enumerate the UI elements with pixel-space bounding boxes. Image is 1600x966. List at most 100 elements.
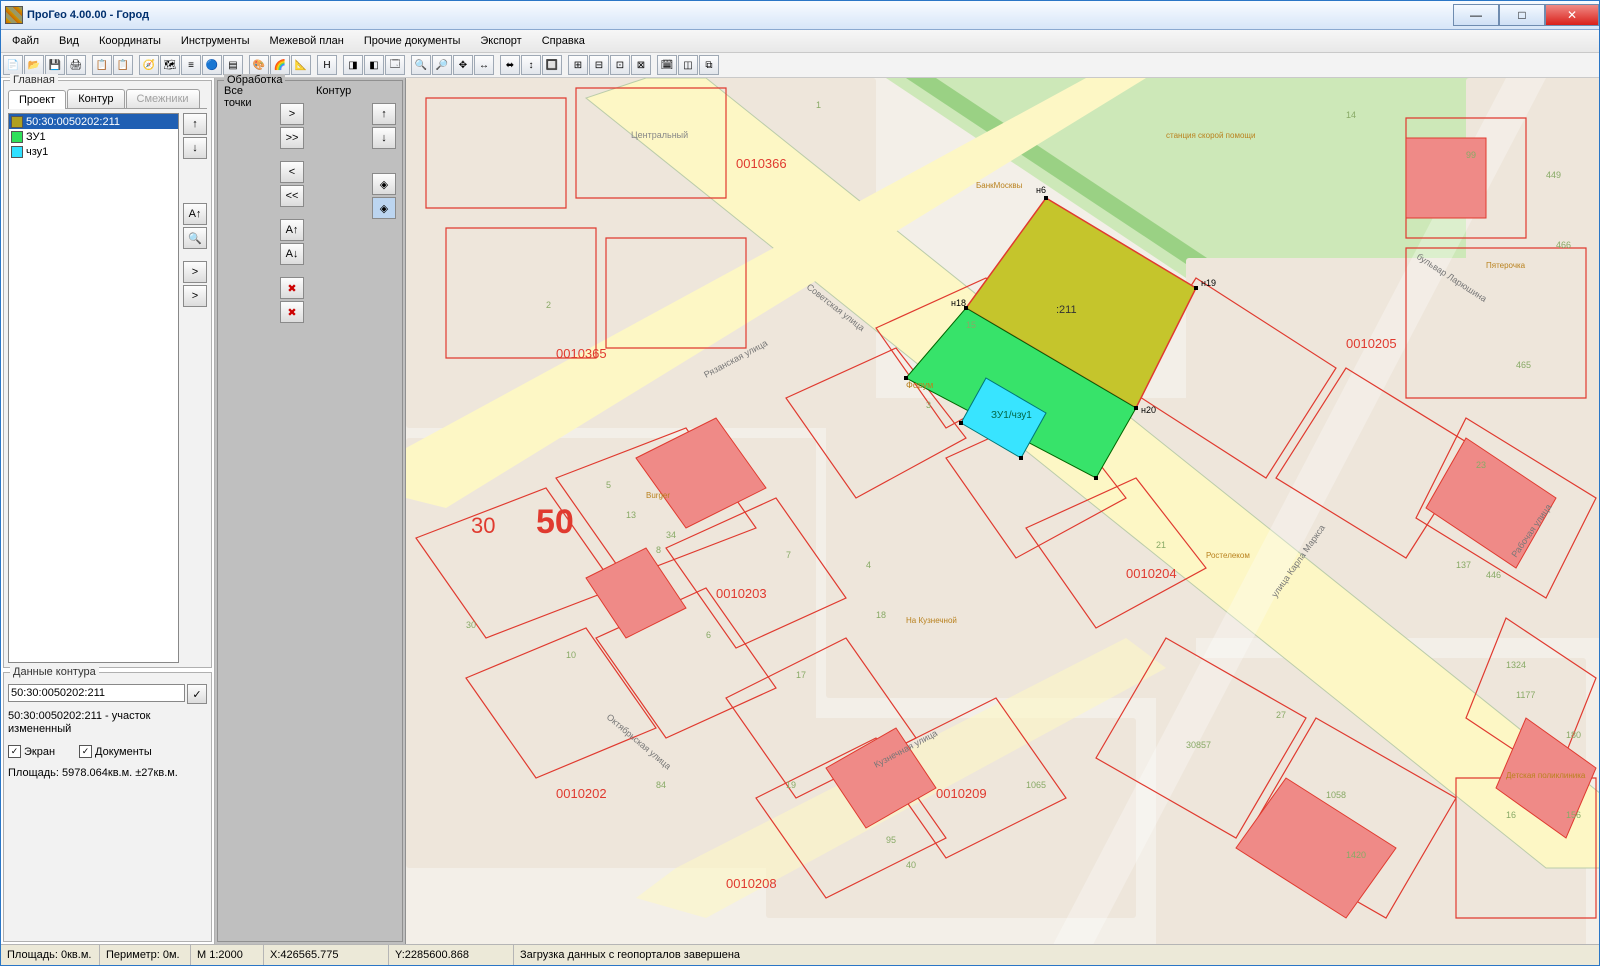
processing-title: Обработка [224, 74, 285, 86]
sort-z-button[interactable]: A↓ [280, 243, 304, 265]
toolbar-btn-6[interactable]: 📋 [113, 55, 133, 75]
toolbar-btn-36[interactable]: ⊠ [631, 55, 651, 75]
svg-text:н19: н19 [1201, 278, 1216, 288]
menu-вид[interactable]: Вид [50, 32, 88, 50]
contour-apply-button[interactable]: ✓ [187, 684, 207, 704]
svg-text:84: 84 [656, 780, 666, 790]
find-button[interactable]: 🔍 [183, 227, 207, 249]
svg-text:Форум: Форум [906, 380, 933, 390]
move-all-right-button[interactable]: >> [280, 127, 304, 149]
menu-справка[interactable]: Справка [533, 32, 594, 50]
move-all-left-button[interactable]: << [280, 185, 304, 207]
svg-text:0010204: 0010204 [1126, 566, 1177, 581]
toolbar-btn-16[interactable]: 📐 [291, 55, 311, 75]
toolbar-btn-34[interactable]: ⊟ [589, 55, 609, 75]
toolbar-btn-33[interactable]: ⊞ [568, 55, 588, 75]
contour-points-area[interactable] [310, 99, 370, 941]
toolbar-btn-14[interactable]: 🎨 [249, 55, 269, 75]
toolbar-btn-31[interactable]: 🔲 [542, 55, 562, 75]
toolbar-btn-5[interactable]: 📋 [92, 55, 112, 75]
expand2-button[interactable]: > [183, 285, 207, 307]
toolbar-btn-9[interactable]: 🗺 [160, 55, 180, 75]
toolbar-btn-1[interactable]: 📂 [24, 55, 44, 75]
menu-инструменты[interactable]: Инструменты [172, 32, 259, 50]
title-bar: ПроГео 4.00.00 - Город — □ ✕ [1, 1, 1599, 30]
parcel-list[interactable]: 50:30:0050202:211ЗУ1чзу1 [8, 113, 179, 663]
toolbar-btn-18[interactable]: Н [317, 55, 337, 75]
svg-text:99: 99 [1466, 150, 1476, 160]
svg-text:446: 446 [1486, 570, 1501, 580]
svg-text:3: 3 [926, 400, 931, 410]
toolbar-btn-27[interactable]: ↔ [474, 55, 494, 75]
menu-координаты[interactable]: Координаты [90, 32, 170, 50]
toolbar-btn-3[interactable]: 🖨 [66, 55, 86, 75]
pt-up-button[interactable]: ↑ [372, 103, 396, 125]
del1-button[interactable]: ✖ [280, 277, 304, 299]
svg-text:40: 40 [906, 860, 916, 870]
contour-id-input[interactable] [8, 684, 185, 702]
expand-button[interactable]: > [183, 261, 207, 283]
checkbox-screen[interactable]: ✓Экран [8, 745, 55, 758]
status-y: Y:2285600.868 [389, 945, 514, 965]
close-button[interactable]: ✕ [1545, 4, 1599, 26]
toolbar-btn-39[interactable]: ◫ [678, 55, 698, 75]
menu-прочие документы[interactable]: Прочие документы [355, 32, 470, 50]
status-area: Площадь: 0кв.м. [1, 945, 100, 965]
sort-asc-button[interactable]: A↑ [183, 203, 207, 225]
toolbar-btn-12[interactable]: ▤ [223, 55, 243, 75]
toolbar-btn-29[interactable]: ⬌ [500, 55, 520, 75]
toolbar-btn-26[interactable]: ✥ [453, 55, 473, 75]
move-left-button[interactable]: < [280, 161, 304, 183]
minimize-button[interactable]: — [1453, 4, 1499, 26]
toolbar-btn-25[interactable]: 🔎 [432, 55, 452, 75]
svg-text:1324: 1324 [1506, 660, 1526, 670]
list-down-button[interactable]: ↓ [183, 137, 207, 159]
tab-project[interactable]: Проект [8, 90, 66, 109]
menu-экспорт[interactable]: Экспорт [471, 32, 530, 50]
svg-text:50: 50 [536, 503, 574, 541]
sort-a-button[interactable]: A↑ [280, 219, 304, 241]
svg-text:19: 19 [786, 780, 796, 790]
toolbar-btn-21[interactable]: ◧ [364, 55, 384, 75]
toolbar-btn-11[interactable]: 🔵 [202, 55, 222, 75]
toolbar-btn-35[interactable]: ⊡ [610, 55, 630, 75]
tab-contour[interactable]: Контур [67, 89, 124, 108]
toolbar-btn-22[interactable]: 🗔 [385, 55, 405, 75]
svg-text:2: 2 [546, 300, 551, 310]
list-up-button[interactable]: ↑ [183, 113, 207, 135]
toolbar-btn-24[interactable]: 🔍 [411, 55, 431, 75]
svg-text:156: 156 [1566, 810, 1581, 820]
menu-межевой план[interactable]: Межевой план [261, 32, 353, 50]
toolbar-btn-40[interactable]: ⧉ [699, 55, 719, 75]
del2-button[interactable]: ✖ [280, 301, 304, 323]
menu-файл[interactable]: Файл [3, 32, 48, 50]
toolbar-btn-15[interactable]: 🌈 [270, 55, 290, 75]
toolbar-btn-38[interactable]: 🗓 [657, 55, 677, 75]
pt-mark2-button[interactable]: ◈ [372, 197, 396, 219]
map-canvas[interactable]: н6н19н20н18:211ЗУ1/чзу150300010366001036… [406, 78, 1599, 944]
toolbar-btn-10[interactable]: ≡ [181, 55, 201, 75]
list-item[interactable]: чзу1 [9, 144, 178, 159]
status-x: X:426565.775 [264, 945, 389, 965]
pt-down-button[interactable]: ↓ [372, 127, 396, 149]
move-right-button[interactable]: > [280, 103, 304, 125]
svg-text:137: 137 [1456, 560, 1471, 570]
svg-text:Центральный: Центральный [631, 130, 688, 140]
checkbox-documents[interactable]: ✓Документы [79, 745, 152, 758]
svg-text:465: 465 [1516, 360, 1531, 370]
tab-neighbors[interactable]: Смежники [126, 89, 200, 108]
svg-text:14: 14 [1346, 110, 1356, 120]
toolbar-btn-20[interactable]: ◨ [343, 55, 363, 75]
contour-description: 50:30:0050202:211 - участок измененный [8, 707, 207, 739]
list-item[interactable]: ЗУ1 [9, 129, 178, 144]
status-scale: М 1:2000 [191, 945, 264, 965]
toolbar-btn-30[interactable]: ↕ [521, 55, 541, 75]
toolbar-btn-8[interactable]: 🧭 [139, 55, 159, 75]
list-item[interactable]: 50:30:0050202:211 [9, 114, 178, 129]
toolbar-btn-0[interactable]: 📄 [3, 55, 23, 75]
pt-mark1-button[interactable]: ◈ [372, 173, 396, 195]
all-points-area[interactable] [218, 111, 278, 941]
toolbar-btn-2[interactable]: 💾 [45, 55, 65, 75]
maximize-button[interactable]: □ [1499, 4, 1545, 26]
svg-text:15: 15 [966, 320, 976, 330]
